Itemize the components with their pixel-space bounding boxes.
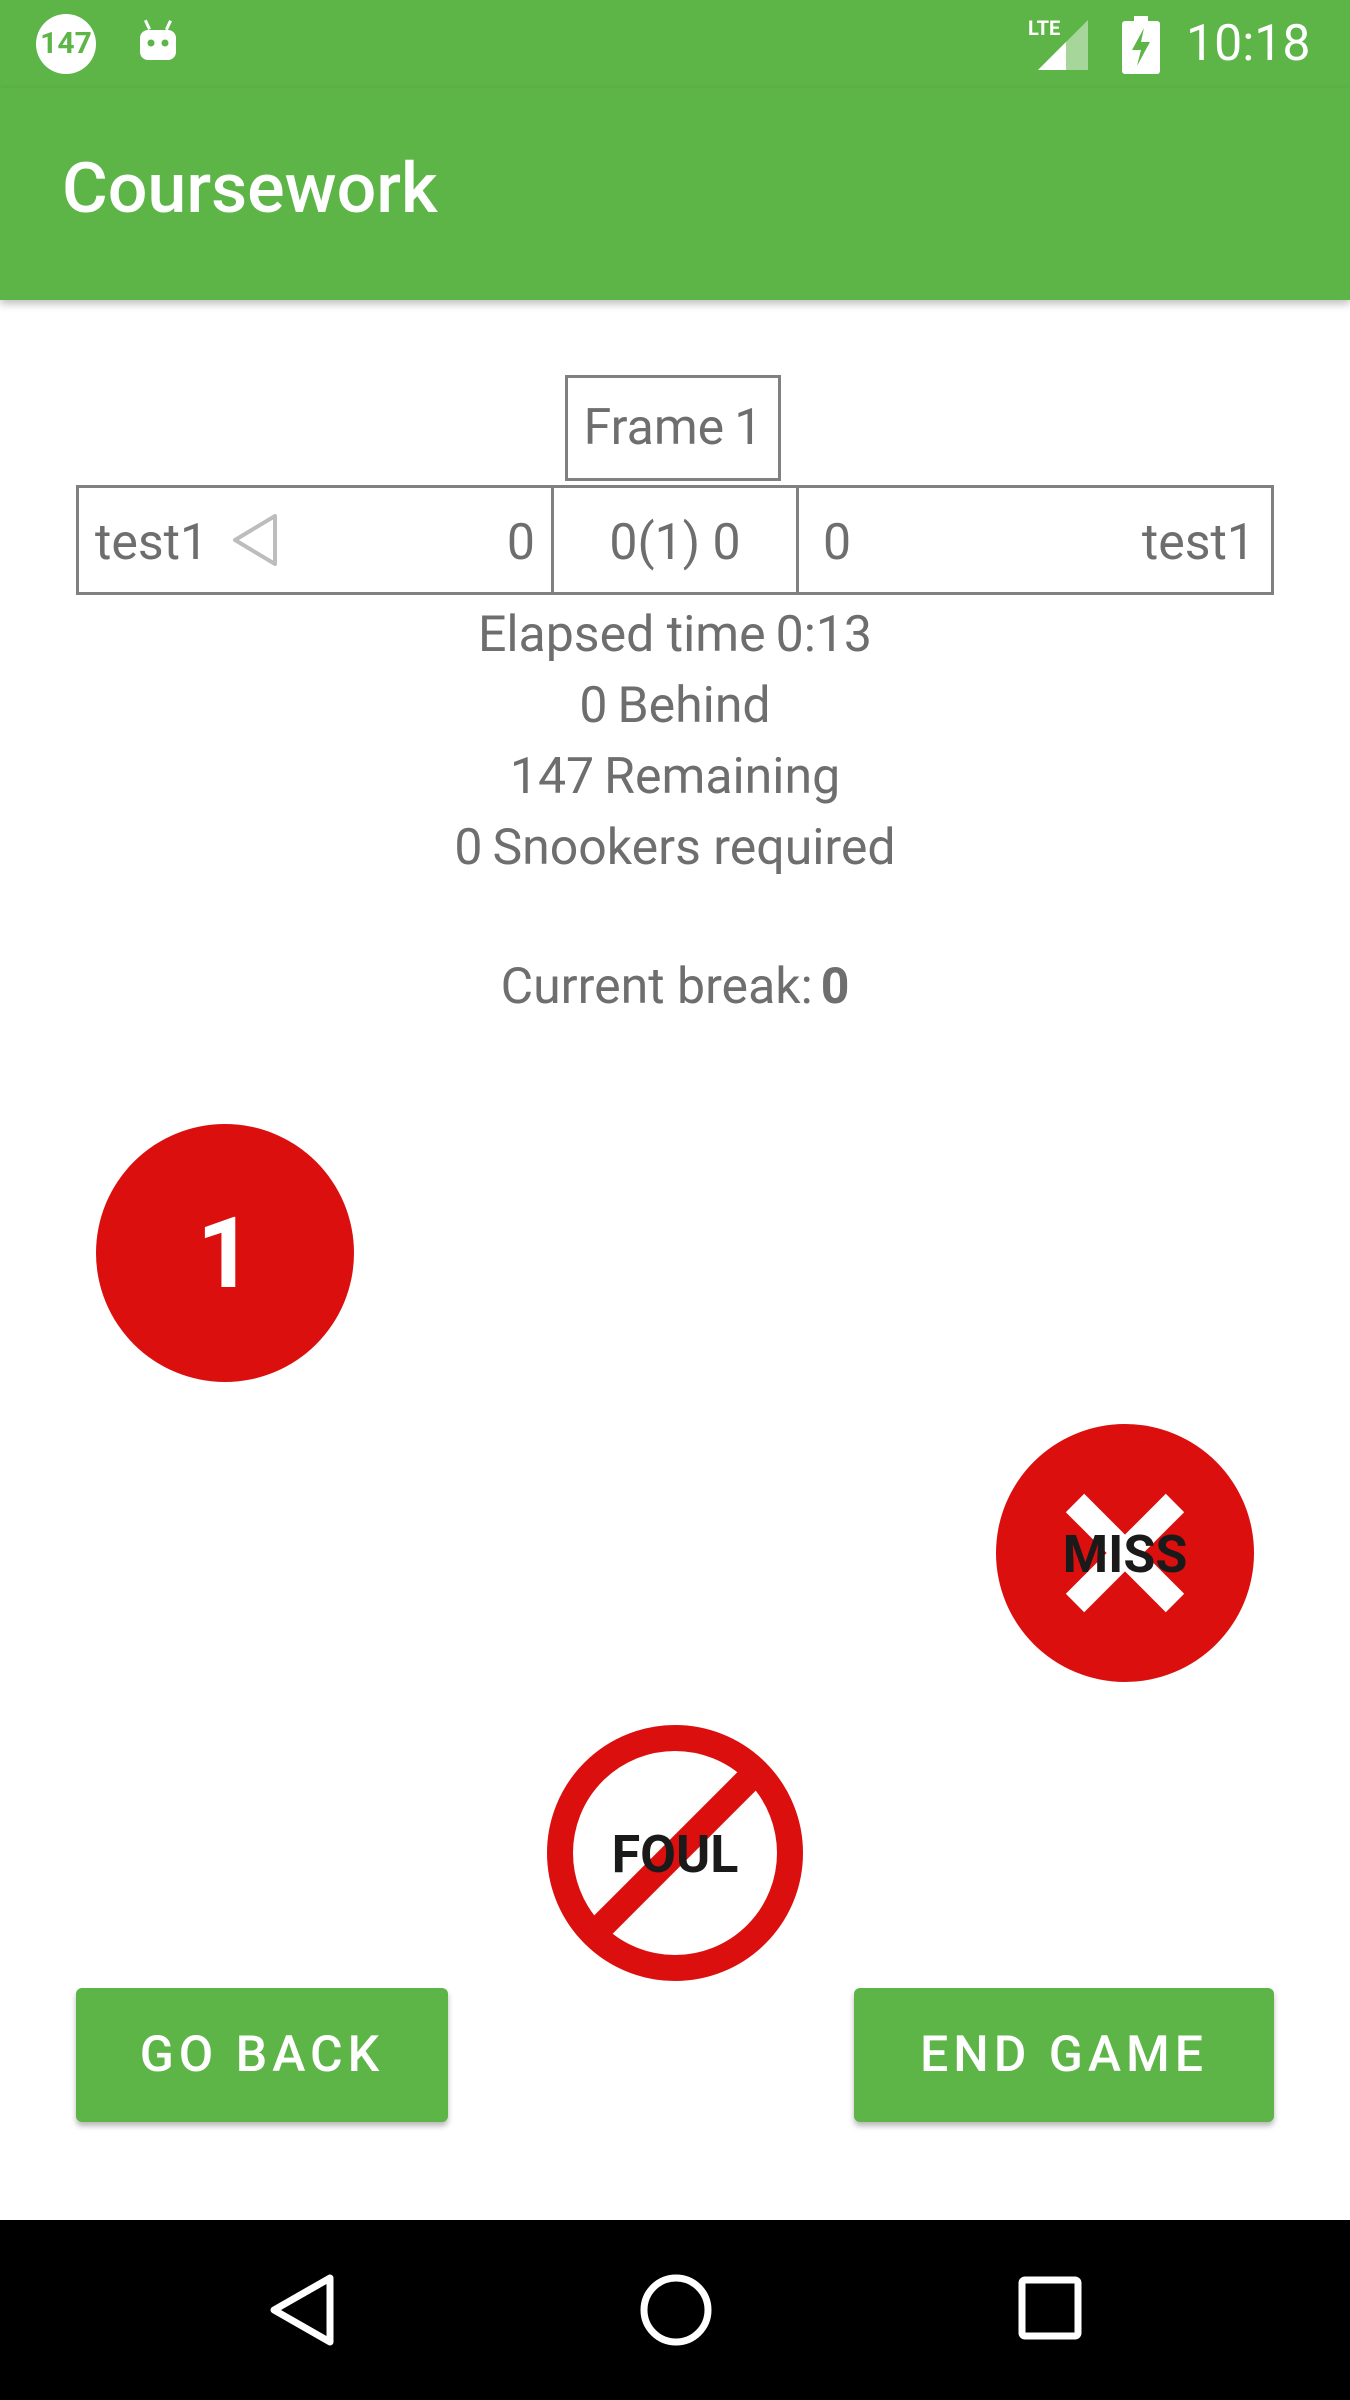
app-147-icon: 147 [36,14,96,74]
behind-value: 0 [579,677,608,735]
frame-label-text: Frame [583,399,725,457]
frames-score: 0(1) 0 [609,514,741,572]
recents-icon[interactable] [1018,2276,1082,2340]
player1-name: test1 [95,514,209,572]
lte-signal-icon: LTE [1028,16,1088,70]
triangle-left-icon [233,514,277,566]
behind-label: Behind [617,677,771,735]
home-icon[interactable] [638,2272,714,2348]
player2-score: 0 [823,514,852,572]
miss-button[interactable]: MISS [996,1424,1254,1682]
frame-label: Frame 1 [565,375,781,481]
app-bar: Coursework [0,88,1350,300]
elapsed-time-label: Elapsed time [477,606,766,664]
player2-cell: 0 test1 [799,488,1271,592]
frame-number: 1 [734,399,763,457]
clock: 10:18 [1186,15,1311,73]
remaining: 147 Remaining [0,742,1350,813]
snookers-label: Snookers required [492,819,896,877]
back-icon[interactable] [266,2272,338,2348]
status-bar: 147 LTE 10:18 [0,0,1350,88]
battery-charging-icon [1122,16,1160,74]
current-break-label: Current break: [500,958,813,1016]
remaining-label: Remaining [604,748,841,806]
navigation-bar [0,2220,1350,2400]
elapsed-time: Elapsed time 0:13 [0,600,1350,671]
frame-stats: Elapsed time 0:13 0 Behind 147 Remaining 0S… [0,600,1350,884]
player2-name: test1 [1141,514,1255,572]
app-title: Coursework [62,148,438,230]
snookers-required: 0 Snookers required [0,813,1350,884]
scoreboard: test1 0 0(1) 0 0 test1 [76,485,1274,595]
end-game-button[interactable]: END GAME [854,1988,1274,2122]
remaining-value: 147 [509,748,595,806]
player1-cell: test1 0 [79,488,554,592]
current-break: Current break: 0 [0,958,1350,1016]
go-back-button[interactable]: GO BACK [76,1988,448,2122]
snookers-value: 0 [454,819,483,877]
foul-button[interactable]: FOUL [546,1724,804,1982]
android-icon [140,19,176,60]
miss-label: MISS [1062,1524,1188,1585]
behind: 0 Behind [0,671,1350,742]
current-break-value: 0 [820,958,850,1016]
elapsed-time-value: 0:13 [775,606,873,664]
player1-score: 0 [506,514,535,572]
red-ball-button[interactable]: 1 [96,1124,354,1382]
frames-score-cell: 0(1) 0 [554,488,799,592]
foul-label: FOUL [611,1824,739,1885]
